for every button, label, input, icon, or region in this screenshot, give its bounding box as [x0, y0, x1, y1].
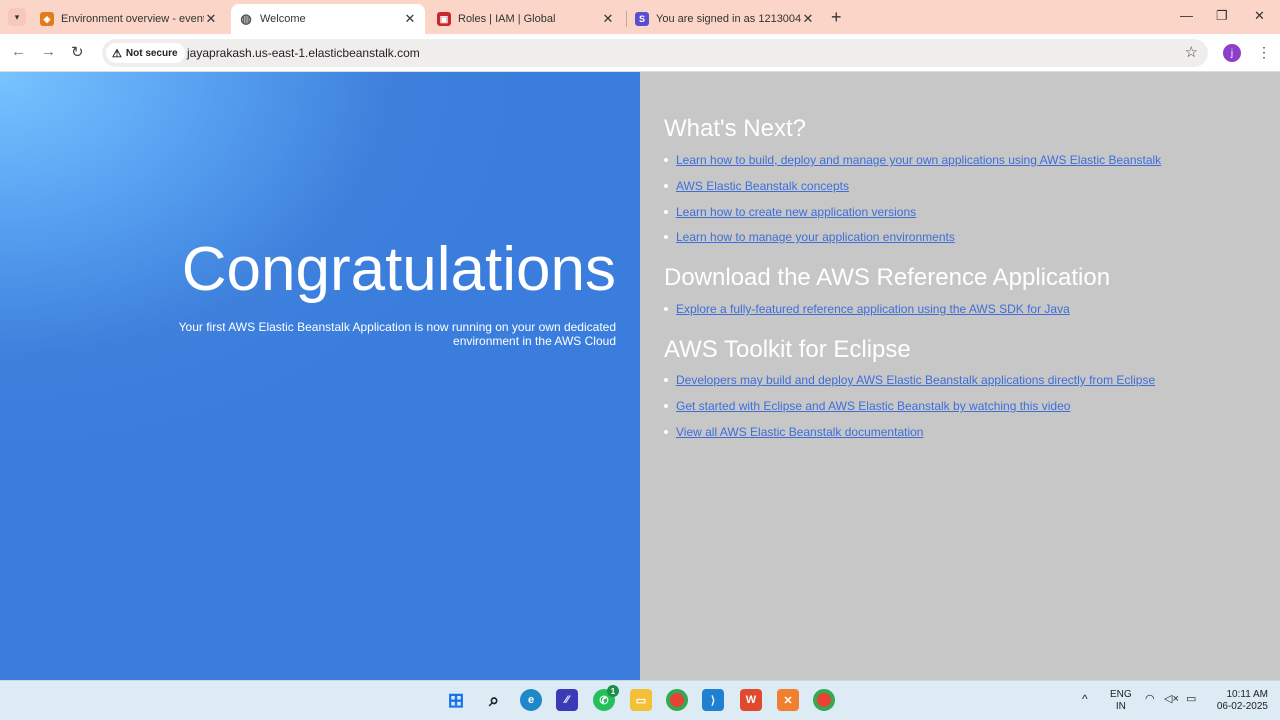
- link-eclipse-video[interactable]: Get started with Eclipse and AWS Elastic…: [676, 399, 1070, 413]
- tab-strip: ▾ ◈ Environment overview - events ✕ ◍ We…: [0, 0, 1280, 34]
- s-favicon-icon: S: [635, 12, 649, 26]
- chrome-icon[interactable]: [666, 689, 688, 711]
- list-item: View all AWS Elastic Beanstalk documenta…: [664, 425, 923, 439]
- security-chip[interactable]: ⚠ Not secure: [106, 43, 185, 63]
- tab-search-button[interactable]: ▾: [8, 8, 26, 26]
- bullet: [664, 158, 668, 162]
- forward-arrow-icon[interactable]: →: [41, 43, 56, 60]
- minimize-icon[interactable]: —: [1180, 8, 1193, 23]
- list-item: Explore a fully-featured reference appli…: [664, 302, 1070, 316]
- globe-icon: ◍: [239, 11, 253, 26]
- date: 06-02-2025: [1216, 701, 1268, 712]
- tab-signed-in[interactable]: S You are signed in as 1213004 ✕: [627, 4, 823, 34]
- bullet: [664, 404, 668, 408]
- link-build-deploy[interactable]: Learn how to build, deploy and manage yo…: [676, 153, 1161, 167]
- windows-start-icon[interactable]: ⊞: [445, 689, 467, 712]
- close-tab-icon[interactable]: ✕: [204, 11, 218, 27]
- reload-icon[interactable]: ↻: [71, 43, 84, 61]
- section-heading-download: Download the AWS Reference Application: [664, 264, 1111, 291]
- tab-welcome[interactable]: ◍ Welcome ✕: [231, 4, 425, 34]
- iam-favicon-icon: ▣: [437, 12, 451, 26]
- bullet: [664, 307, 668, 311]
- warning-icon: ⚠: [112, 47, 122, 60]
- file-explorer-icon[interactable]: ▭: [630, 689, 652, 711]
- bullet: [664, 235, 668, 239]
- new-tab-button[interactable]: +: [831, 8, 842, 26]
- close-tab-icon[interactable]: ✕: [801, 11, 815, 27]
- language-indicator[interactable]: ENG IN: [1110, 689, 1132, 713]
- browser-toolbar: ← → ↻ ⚠ Not secure jayaprakash.us-east-1…: [0, 34, 1280, 72]
- list-item: Developers may build and deploy AWS Elas…: [664, 373, 1155, 387]
- tab-title: Welcome: [260, 13, 306, 25]
- profile-avatar[interactable]: j: [1223, 44, 1241, 62]
- link-concepts[interactable]: AWS Elastic Beanstalk concepts: [676, 179, 849, 193]
- page-title: Congratulations: [181, 235, 616, 304]
- close-window-icon[interactable]: ✕: [1254, 8, 1265, 24]
- link-documentation[interactable]: View all AWS Elastic Beanstalk documenta…: [676, 425, 923, 439]
- xampp-icon[interactable]: ✕: [777, 689, 799, 711]
- bookmark-star-icon[interactable]: ☆: [1185, 43, 1198, 61]
- list-item: Learn how to create new application vers…: [664, 205, 916, 219]
- close-tab-icon[interactable]: ✕: [403, 11, 417, 27]
- restore-icon[interactable]: ❐: [1216, 8, 1228, 24]
- time: 10:11 AM: [1226, 689, 1268, 700]
- wifi-icon[interactable]: ◠: [1145, 693, 1155, 705]
- links-panel: What's Next? Learn how to build, deploy …: [640, 72, 1280, 680]
- url-text[interactable]: jayaprakash.us-east-1.elasticbeanstalk.c…: [187, 46, 420, 60]
- list-item: Learn how to manage your application env…: [664, 230, 955, 244]
- aws-favicon-icon: ◈: [40, 12, 54, 26]
- section-heading-whats-next: What's Next?: [664, 115, 806, 142]
- security-label: Not secure: [125, 47, 178, 59]
- speaker-muted-icon[interactable]: ◁×: [1164, 693, 1179, 705]
- link-reference-app[interactable]: Explore a fully-featured reference appli…: [676, 302, 1070, 316]
- battery-icon[interactable]: ▭: [1186, 693, 1196, 705]
- menu-kebab-icon[interactable]: ⋮: [1257, 44, 1271, 61]
- lang-top: ENG: [1110, 689, 1132, 700]
- tab-roles-iam[interactable]: ▣ Roles | IAM | Global ✕: [429, 4, 623, 34]
- clock[interactable]: 10:11 AM 06-02-2025: [1210, 689, 1268, 713]
- tab-title: You are signed in as 1213004: [656, 13, 801, 25]
- list-item: Get started with Eclipse and AWS Elastic…: [664, 399, 1070, 413]
- bullet: [664, 184, 668, 188]
- close-tab-icon[interactable]: ✕: [601, 11, 615, 27]
- notification-badge: 1: [607, 685, 619, 697]
- tab-environment-overview[interactable]: ◈ Environment overview - events ✕: [32, 4, 226, 34]
- chrome-profile-icon[interactable]: [813, 689, 835, 711]
- link-eclipse-deploy[interactable]: Developers may build and deploy AWS Elas…: [676, 373, 1155, 387]
- windows-taskbar: ⊞ ⌕ e ⁄⁄ ✆ 1 ▭ ⟩ W ✕ ^ ENG IN ◠ ◁× ▭ 10:…: [0, 680, 1280, 720]
- link-app-versions[interactable]: Learn how to create new application vers…: [676, 205, 916, 219]
- section-heading-toolkit: AWS Toolkit for Eclipse: [664, 336, 911, 363]
- edge-icon[interactable]: e: [520, 689, 542, 711]
- hero-subtitle: Your first AWS Elastic Beanstalk Applica…: [178, 320, 616, 348]
- tab-title: Environment overview - events: [61, 13, 204, 25]
- tab-title: Roles | IAM | Global: [458, 13, 556, 25]
- lang-bottom: IN: [1115, 701, 1126, 712]
- list-item: Learn how to build, deploy and manage yo…: [664, 153, 1161, 167]
- hero-panel: Congratulations Your first AWS Elastic B…: [0, 72, 640, 680]
- list-item: AWS Elastic Beanstalk concepts: [664, 179, 849, 193]
- power-automate-icon[interactable]: ⁄⁄: [556, 689, 578, 711]
- whatsapp-icon[interactable]: ✆ 1: [593, 685, 619, 711]
- bullet: [664, 210, 668, 214]
- search-icon[interactable]: ⌕: [483, 689, 505, 711]
- wps-office-icon[interactable]: W: [740, 689, 762, 711]
- back-arrow-icon[interactable]: ←: [11, 43, 26, 60]
- bullet: [664, 430, 668, 434]
- link-app-environments[interactable]: Learn how to manage your application env…: [676, 230, 955, 244]
- bullet: [664, 378, 668, 382]
- address-bar[interactable]: ⚠ Not secure jayaprakash.us-east-1.elast…: [102, 39, 1208, 67]
- vscode-icon[interactable]: ⟩: [702, 689, 724, 711]
- tray-overflow-icon[interactable]: ^: [1082, 693, 1088, 705]
